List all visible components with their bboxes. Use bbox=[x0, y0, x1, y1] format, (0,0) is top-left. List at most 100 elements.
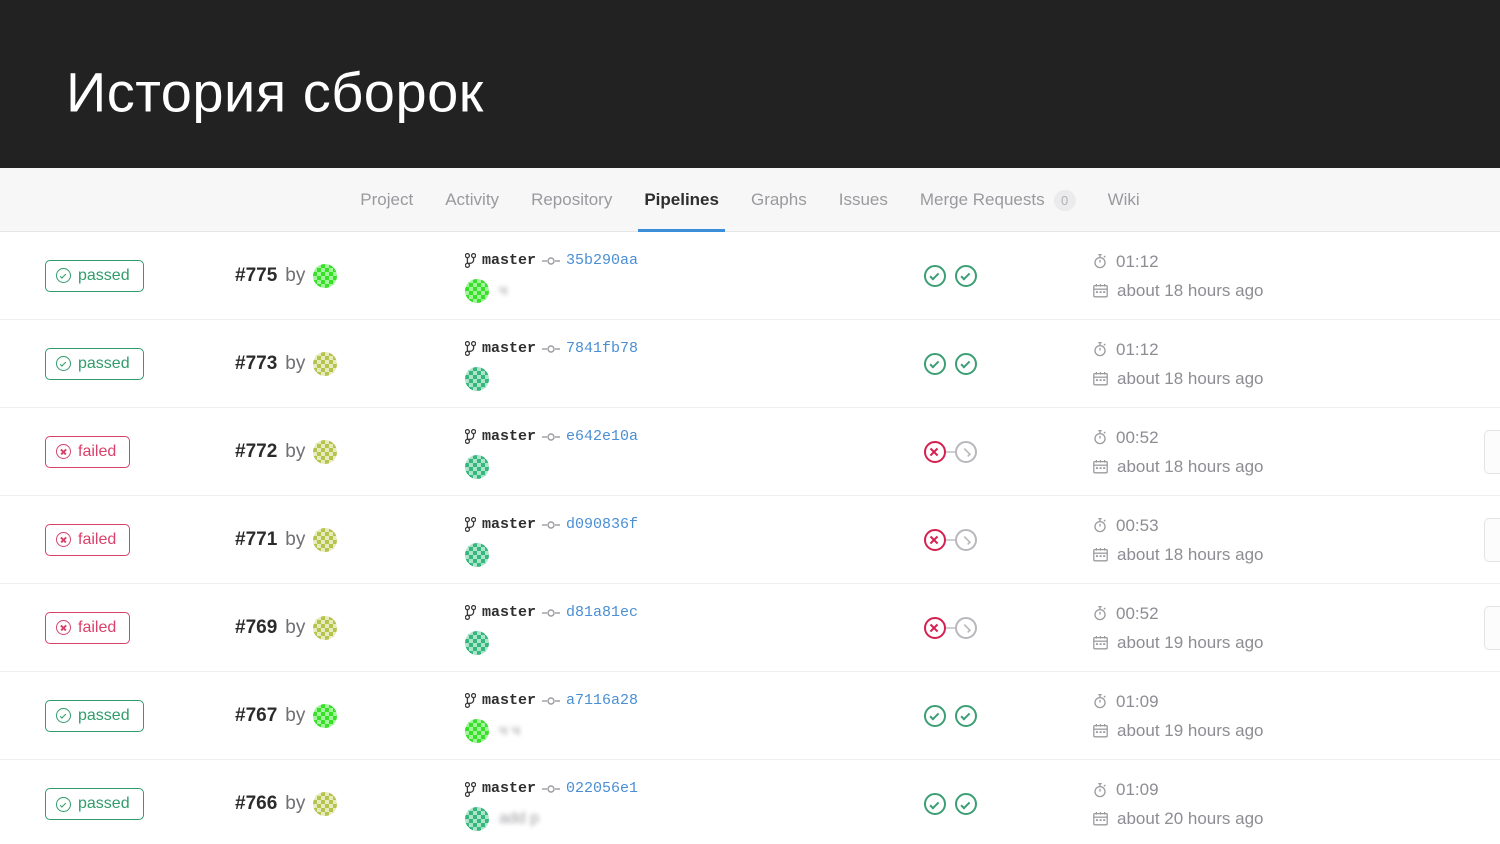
stage-passed-icon[interactable] bbox=[923, 704, 946, 727]
nav-tab-repository[interactable]: Repository bbox=[515, 168, 628, 232]
pipeline-id-link[interactable]: #769 bbox=[235, 617, 277, 639]
pipeline-status-cell: passed bbox=[45, 788, 235, 820]
stage-passed-icon[interactable] bbox=[954, 352, 977, 375]
committer-avatar[interactable] bbox=[465, 807, 489, 831]
status-badge[interactable]: failed bbox=[45, 523, 131, 556]
nav-tab-activity[interactable]: Activity bbox=[429, 168, 515, 232]
retry-button[interactable] bbox=[1484, 429, 1500, 474]
author-avatar[interactable] bbox=[313, 527, 338, 552]
finished-value: about 18 hours ago bbox=[1117, 368, 1264, 388]
committer-avatar[interactable] bbox=[465, 278, 489, 303]
committer-avatar[interactable] bbox=[465, 718, 489, 743]
author-avatar[interactable] bbox=[313, 615, 338, 640]
status-badge[interactable]: passed bbox=[45, 259, 144, 292]
commit-sha-link[interactable]: d81a81ec bbox=[566, 602, 638, 624]
branch-name-link[interactable]: master bbox=[482, 690, 536, 712]
project-nav-bar: Project Activity Repository Pipelines Graphs… bbox=[0, 168, 1500, 232]
calendar-icon bbox=[1093, 811, 1108, 826]
stage-passed-icon[interactable] bbox=[954, 264, 977, 287]
stage-passed-icon[interactable] bbox=[954, 793, 977, 815]
status-badge[interactable]: failed bbox=[45, 435, 131, 468]
branch-name-link[interactable]: master bbox=[482, 426, 536, 448]
status-badge-label: passed bbox=[78, 706, 130, 724]
retry-button[interactable] bbox=[1484, 517, 1500, 562]
pipeline-row[interactable]: passed #775 by master 35b290aa ч 01:12 about 18… bbox=[0, 232, 1500, 320]
commit-message[interactable]: ч ч bbox=[499, 722, 520, 740]
pipeline-actions-cell bbox=[1375, 584, 1500, 672]
branch-name-link[interactable]: master bbox=[482, 778, 536, 800]
commit-message[interactable]: ч bbox=[499, 282, 507, 300]
stage-passed-icon[interactable] bbox=[954, 704, 977, 727]
commit-ref-line: master 35b290aa bbox=[465, 250, 855, 272]
commit-ref-line: master 7841fb78 bbox=[465, 338, 855, 360]
stage-failed-icon[interactable] bbox=[923, 616, 946, 639]
pipeline-id-cell: #772 by bbox=[235, 439, 435, 464]
branch-icon bbox=[465, 781, 476, 797]
nav-tab-wiki[interactable]: Wiki bbox=[1092, 168, 1156, 232]
author-avatar[interactable] bbox=[313, 792, 338, 816]
author-avatar[interactable] bbox=[313, 703, 338, 728]
duration-line: 01:09 bbox=[1093, 775, 1375, 804]
finished-line: about 19 hours ago bbox=[1093, 628, 1375, 657]
commit-sha-link[interactable]: 022056e1 bbox=[566, 778, 638, 800]
committer-avatar[interactable] bbox=[465, 454, 489, 479]
pipeline-id-cell: #773 by bbox=[235, 351, 435, 376]
stage-failed-icon[interactable] bbox=[923, 440, 946, 463]
pipeline-row[interactable]: passed #766 by master 022056e1 add p 01:09 abou… bbox=[0, 760, 1500, 844]
status-badge[interactable]: passed bbox=[45, 788, 144, 820]
author-avatar[interactable] bbox=[313, 439, 338, 464]
branch-name-link[interactable]: master bbox=[482, 338, 536, 360]
pipeline-row[interactable]: failed #772 by master e642e10a 00:52 about 18 … bbox=[0, 408, 1500, 496]
nav-tab-issues[interactable]: Issues bbox=[823, 168, 904, 232]
pipeline-row[interactable]: passed #773 by master 7841fb78 01:12 about 18 … bbox=[0, 320, 1500, 408]
commit-message-line: ч ч bbox=[465, 718, 855, 743]
pipeline-id-link[interactable]: #772 bbox=[235, 441, 277, 463]
page-title: История сборок bbox=[66, 60, 484, 124]
author-avatar[interactable] bbox=[313, 351, 338, 376]
stage-passed-icon[interactable] bbox=[923, 793, 946, 815]
branch-name-link[interactable]: master bbox=[482, 602, 536, 624]
status-badge[interactable]: failed bbox=[45, 611, 131, 644]
commit-message[interactable]: add p bbox=[499, 810, 539, 828]
stage-skipped-icon[interactable] bbox=[954, 528, 977, 551]
pipeline-id-link[interactable]: #767 bbox=[235, 705, 277, 727]
pipeline-row[interactable]: failed #771 by master d090836f 00:53 about 18 … bbox=[0, 496, 1500, 584]
committer-avatar[interactable] bbox=[465, 630, 489, 655]
commit-sha-link[interactable]: d090836f bbox=[566, 514, 638, 536]
pipeline-row[interactable]: failed #769 by master d81a81ec 00:52 about 19 … bbox=[0, 584, 1500, 672]
nav-tab-label: Issues bbox=[838, 190, 888, 209]
committer-avatar[interactable] bbox=[465, 542, 489, 567]
pipeline-row[interactable]: passed #767 by master a7116a28 ч ч 01:09 about … bbox=[0, 672, 1500, 760]
stage-skipped-icon[interactable] bbox=[954, 440, 977, 463]
stage-passed-icon[interactable] bbox=[923, 264, 946, 287]
stage-failed-icon[interactable] bbox=[923, 528, 946, 551]
by-label: by bbox=[285, 528, 306, 550]
pipeline-id-link[interactable]: #775 bbox=[235, 265, 277, 287]
author-avatar[interactable] bbox=[313, 263, 338, 288]
finished-value: about 19 hours ago bbox=[1117, 720, 1264, 740]
retry-button[interactable] bbox=[1484, 605, 1500, 650]
pipeline-actions-cell bbox=[1375, 232, 1500, 320]
branch-name-link[interactable]: master bbox=[482, 250, 536, 272]
commit-sha-link[interactable]: a7116a28 bbox=[566, 690, 638, 712]
check-circle-icon bbox=[56, 268, 71, 283]
status-badge[interactable]: passed bbox=[45, 699, 144, 732]
commit-cell: master a7116a28 ч ч bbox=[435, 690, 855, 743]
duration-value: 01:09 bbox=[1116, 691, 1159, 711]
pipeline-id-link[interactable]: #766 bbox=[235, 793, 277, 815]
stage-passed-icon[interactable] bbox=[923, 352, 946, 375]
pipeline-id-link[interactable]: #773 bbox=[235, 353, 277, 375]
commit-sha-link[interactable]: 7841fb78 bbox=[566, 338, 638, 360]
branch-name-link[interactable]: master bbox=[482, 514, 536, 536]
committer-avatar[interactable] bbox=[465, 366, 489, 391]
nav-tab-project[interactable]: Project bbox=[344, 168, 429, 232]
commit-sha-link[interactable]: 35b290aa bbox=[566, 250, 638, 272]
commit-sha-link[interactable]: e642e10a bbox=[566, 426, 638, 448]
nav-tab-pipelines[interactable]: Pipelines bbox=[628, 168, 735, 232]
nav-tab-merge-requests[interactable]: Merge Requests 0 bbox=[904, 168, 1092, 232]
duration-line: 01:09 bbox=[1093, 687, 1375, 716]
nav-tab-graphs[interactable]: Graphs bbox=[735, 168, 823, 232]
stage-skipped-icon[interactable] bbox=[954, 616, 977, 639]
status-badge[interactable]: passed bbox=[45, 347, 144, 380]
pipeline-id-link[interactable]: #771 bbox=[235, 529, 277, 551]
